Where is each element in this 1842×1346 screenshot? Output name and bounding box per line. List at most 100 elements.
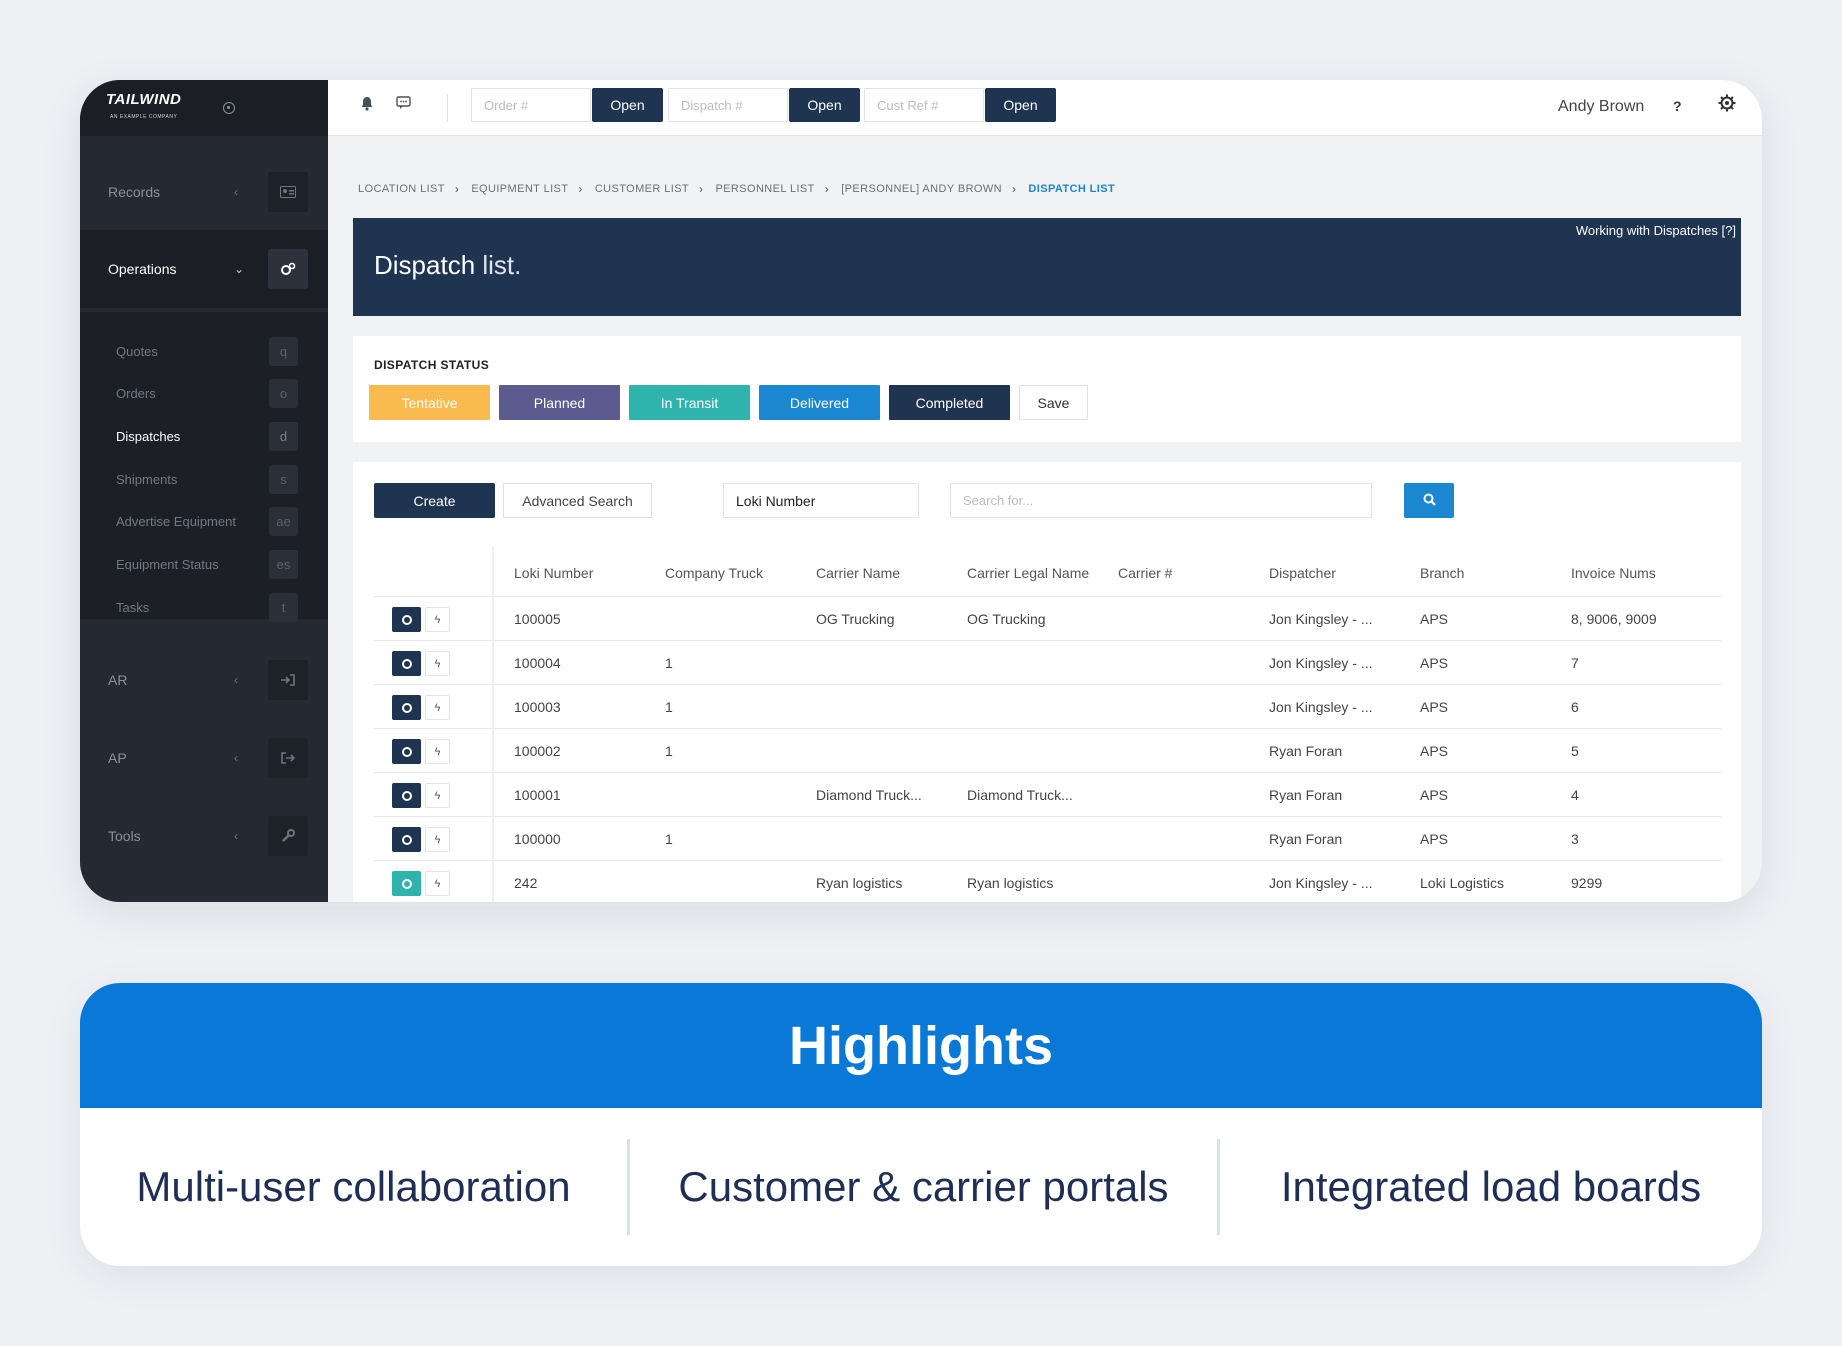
sidebar-section-ap[interactable]: AP ‹ [80,719,328,797]
chevron-down-icon: ⌄ [234,262,245,276]
breadcrumb-personnel-andy-brown[interactable]: [PERSONNEL] ANDY BROWN [841,183,1002,195]
sidebar-section-tools[interactable]: Tools ‹ [80,797,328,875]
cell-dispatcher: Jon Kingsley - ... [1269,699,1373,715]
submenu-item-quotes[interactable]: Quotes q [116,336,298,366]
circle-icon [401,834,412,845]
table-row[interactable]: ϟ 100002 1 Ryan Foran APS 5 [374,729,1721,773]
col-carrier-number[interactable]: Carrier # [1118,565,1172,581]
bolt-icon[interactable]: ϟ [425,651,450,676]
submenu-item-equipment-status[interactable]: Equipment Status es [116,549,298,579]
help-link[interactable]: Working with Dispatches [?] [1576,223,1736,238]
highlight-item: Customer & carrier portals [678,1163,1169,1210]
highlights-title: Highlights [789,1015,1053,1076]
open-dispatch-button[interactable]: Open [789,88,860,122]
table-row[interactable]: ϟ 100001 Diamond Truck... Diamond Truck.… [374,773,1721,817]
table-row[interactable]: ϟ 100003 1 Jon Kingsley - ... APS 6 [374,685,1721,729]
advanced-search-button[interactable]: Advanced Search [503,483,652,518]
create-button[interactable]: Create [374,483,495,518]
search-button[interactable] [1404,483,1454,518]
dispatch-number-input[interactable] [668,88,788,122]
top-bar: Open Open Open Andy Brown ? [328,80,1762,136]
section-label: Operations [108,261,177,277]
brand-logo[interactable]: TAILWIND AN EXAMPLE COMPANY [80,80,328,136]
save-button[interactable]: Save [1019,385,1088,420]
chevron-right-icon: › [699,182,704,196]
sidebar-section-operations[interactable]: Operations ⌄ [80,230,328,308]
col-carrier-name[interactable]: Carrier Name [816,565,900,581]
cell-dispatcher: Jon Kingsley - ... [1269,875,1373,891]
operations-submenu: Quotes q Orders o Dispatches d Shipments… [80,312,328,622]
chevron-left-icon: ‹ [234,751,238,765]
target-icon[interactable] [223,102,235,114]
col-carrier-legal-name[interactable]: Carrier Legal Name [967,565,1089,581]
cell-invoice-nums: 4 [1571,787,1579,803]
sign-in-icon [268,660,308,700]
open-dispatch-row-button[interactable] [392,827,421,852]
open-order-button[interactable]: Open [592,88,663,122]
cell-carrier-name: OG Trucking [816,611,895,627]
message-icon[interactable] [396,96,411,114]
bolt-icon[interactable]: ϟ [425,871,450,896]
breadcrumb-location-list[interactable]: LOCATION LIST [358,183,445,195]
open-dispatch-row-button[interactable] [392,695,421,720]
cell-branch: Loki Logistics [1420,875,1505,891]
cell-company-truck: 1 [665,699,673,715]
submenu-item-advertise-equipment[interactable]: Advertise Equipment ae [116,506,298,536]
open-dispatch-row-button[interactable] [392,739,421,764]
bolt-icon[interactable]: ϟ [425,827,450,852]
circle-icon [401,702,412,713]
bolt-icon[interactable]: ϟ [425,695,450,720]
order-number-input[interactable] [471,88,591,122]
submenu-label: Advertise Equipment [116,513,236,529]
cust-ref-input[interactable] [864,88,984,122]
sidebar-section-ar[interactable]: AR ‹ [80,641,328,719]
search-input[interactable] [950,483,1372,518]
sidebar-section-records[interactable]: Records ‹ [80,153,328,231]
cell-branch: APS [1420,743,1449,759]
search-field-select[interactable]: Loki Number [723,483,919,518]
table-row[interactable]: ϟ 100004 1 Jon Kingsley - ... APS 7 [374,641,1721,685]
table-row[interactable]: ϟ 242 Ryan logistics Ryan logistics Jon … [374,861,1721,902]
status-tentative-button[interactable]: Tentative [369,385,490,420]
user-name[interactable]: Andy Brown [1558,98,1644,116]
cell-carrier-legal-name: OG Trucking [967,611,1046,627]
col-company-truck[interactable]: Company Truck [665,565,763,581]
cell-branch: APS [1420,831,1449,847]
submenu-label: Equipment Status [116,556,219,572]
open-dispatch-row-button[interactable] [392,607,421,632]
bolt-icon[interactable]: ϟ [425,783,450,808]
submenu-item-orders[interactable]: Orders o [116,378,298,408]
cell-branch: APS [1420,787,1449,803]
submenu-label: Dispatches [116,428,181,444]
status-completed-button[interactable]: Completed [889,385,1010,420]
open-dispatch-row-button[interactable] [392,651,421,676]
open-dispatch-row-button[interactable] [392,871,421,896]
chevron-left-icon: ‹ [234,185,238,199]
col-loki-number[interactable]: Loki Number [514,565,593,581]
open-cust-ref-button[interactable]: Open [985,88,1056,122]
status-planned-button[interactable]: Planned [499,385,620,420]
circle-icon [401,614,412,625]
table-row[interactable]: ϟ 100000 1 Ryan Foran APS 3 [374,817,1721,861]
bolt-icon[interactable]: ϟ [425,739,450,764]
highlights-card: Highlights Multi-user collaboration Cust… [80,983,1762,1266]
status-delivered-button[interactable]: Delivered [759,385,880,420]
gear-icon[interactable] [1718,94,1736,117]
breadcrumb-customer-list[interactable]: CUSTOMER LIST [595,183,689,195]
col-dispatcher[interactable]: Dispatcher [1269,565,1336,581]
status-in-transit-button[interactable]: In Transit [629,385,750,420]
breadcrumb-personnel-list[interactable]: PERSONNEL LIST [715,183,814,195]
help-button[interactable]: ? [1673,98,1682,114]
submenu-item-dispatches[interactable]: Dispatches d [116,421,298,451]
col-branch[interactable]: Branch [1420,565,1464,581]
open-dispatch-row-button[interactable] [392,783,421,808]
submenu-item-shipments[interactable]: Shipments s [116,464,298,494]
cell-loki-number: 242 [514,875,538,891]
bolt-icon[interactable]: ϟ [425,607,450,632]
submenu-item-tasks[interactable]: Tasks t [116,592,298,622]
table-row[interactable]: ϟ 100005 OG Trucking OG Trucking Jon Kin… [374,597,1721,641]
bell-icon[interactable] [360,96,374,115]
highlights-band: Highlights [80,983,1762,1108]
col-invoice-nums[interactable]: Invoice Nums [1571,565,1656,581]
breadcrumb-equipment-list[interactable]: EQUIPMENT LIST [471,183,568,195]
